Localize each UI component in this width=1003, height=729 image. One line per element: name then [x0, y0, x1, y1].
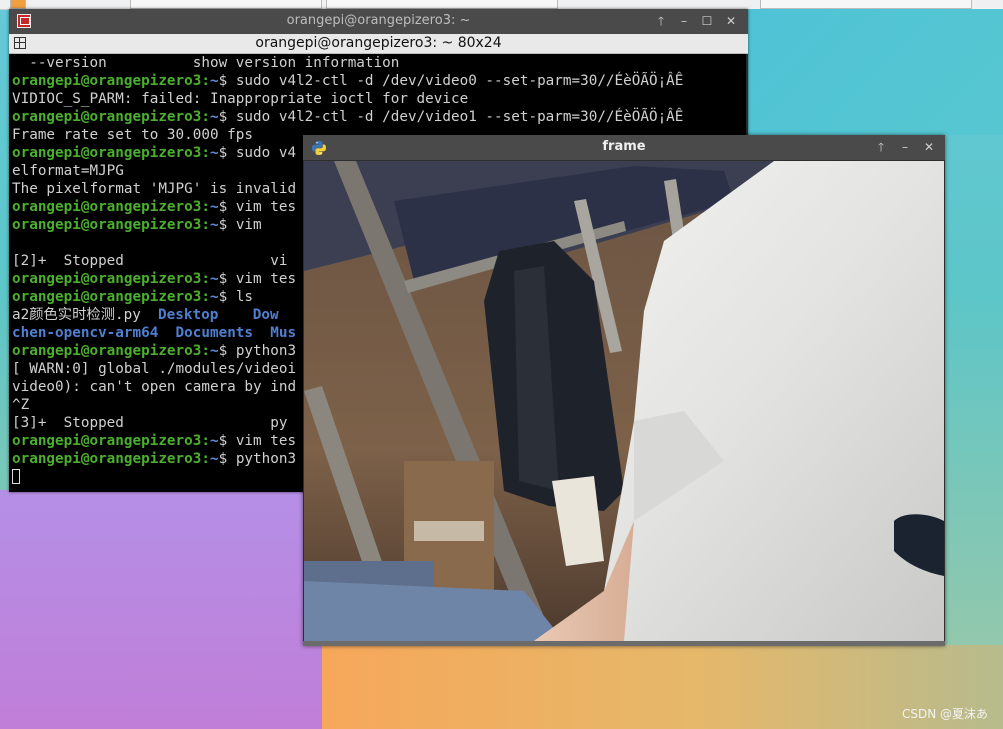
frame-window-title: frame [602, 139, 646, 154]
prompt-dir: ~ [209, 199, 219, 215]
prompt-separator: : [201, 199, 210, 215]
desktop-background [748, 9, 1003, 135]
ls-directory: Mus [270, 325, 297, 341]
close-button[interactable]: ✕ [723, 13, 739, 29]
prompt-end: $ [218, 145, 236, 161]
shade-button[interactable]: 🡑 [653, 13, 669, 29]
terminal-menubar: orangepi@orangepizero3: ~ 80x24 [9, 34, 748, 54]
command-text: python3 [235, 451, 297, 467]
prompt-separator: : [201, 217, 210, 233]
minimize-button[interactable]: – [676, 13, 692, 29]
prompt-user: orangepi@orangepizero3 [12, 73, 202, 89]
frame-window[interactable]: frame 🡑 – ✕ [303, 135, 945, 646]
terminal-line: VIDIOC_S_PARM: failed: Inappropriate ioc… [11, 90, 746, 108]
terminal-line: --version show version information [11, 54, 746, 72]
prompt-end: $ [218, 271, 236, 287]
command-text: vim tes [235, 433, 297, 449]
prompt-user: orangepi@orangepizero3 [12, 271, 202, 287]
output-text: [ WARN:0] global ./modules/videoi [12, 361, 297, 377]
output-text: Frame rate set to 30.000 fps [12, 127, 254, 143]
terminal-window-title: orangepi@orangepizero3: ~ [286, 13, 471, 28]
prompt-end: $ [218, 451, 236, 467]
output-text: The pixelformat 'MJPG' is invalid [12, 181, 297, 197]
browser-tab[interactable] [130, 0, 322, 9]
prompt-dir: ~ [209, 343, 219, 359]
command-text: sudo v4l2-ctl -d /dev/video1 --set-parm=… [235, 109, 684, 125]
output-text: video0): can't open camera by ind [12, 379, 297, 395]
command-text: sudo v4l2-ctl -d /dev/video0 --set-parm=… [235, 73, 684, 89]
prompt-end: $ [218, 73, 236, 89]
ls-directory: Desktop [158, 307, 219, 323]
prompt-dir: ~ [209, 145, 219, 161]
desktop-background [322, 645, 1003, 729]
prompt-end: $ [218, 199, 236, 215]
prompt-separator: : [201, 271, 210, 287]
terminal-line: orangepi@orangepizero3:~$ sudo v4l2-ctl … [11, 72, 746, 90]
ls-entry [218, 307, 252, 323]
prompt-dir: ~ [209, 217, 219, 233]
prompt-end: $ [218, 343, 236, 359]
prompt-dir: ~ [209, 451, 219, 467]
command-text: ls [235, 289, 254, 305]
prompt-user: orangepi@orangepizero3 [12, 217, 202, 233]
ls-directory: Dow [252, 307, 279, 323]
browser-toolbar [760, 0, 972, 9]
prompt-separator: : [201, 289, 210, 305]
prompt-end: $ [218, 109, 236, 125]
prompt-dir: ~ [209, 289, 219, 305]
prompt-user: orangepi@orangepizero3 [12, 145, 202, 161]
output-text: elformat=MJPG [12, 163, 124, 179]
prompt-dir: ~ [209, 433, 219, 449]
browser-tab[interactable] [10, 0, 26, 9]
prompt-separator: : [201, 451, 210, 467]
ls-entry [158, 325, 175, 341]
terminal-size-title: orangepi@orangepizero3: ~ 80x24 [255, 35, 502, 51]
prompt-dir: ~ [209, 271, 219, 287]
ls-entry [253, 325, 270, 341]
watermark-text: CSDN @夏沫あ [902, 707, 989, 721]
camera-frame-image [304, 161, 944, 641]
command-text: sudo v4 [235, 145, 297, 161]
command-text: vim tes [235, 271, 297, 287]
output-text: [3]+ Stopped py [12, 415, 288, 431]
ls-entry: a2颜色实时检测.py [12, 307, 159, 323]
prompt-separator: : [201, 73, 210, 89]
shade-button[interactable]: 🡑 [873, 139, 889, 155]
prompt-user: orangepi@orangepizero3 [12, 109, 202, 125]
command-text: python3 [235, 343, 297, 359]
command-text: vim [235, 217, 262, 233]
prompt-user: orangepi@orangepizero3 [12, 343, 202, 359]
text-cursor [12, 469, 20, 484]
maximize-button[interactable]: ☐ [699, 13, 715, 29]
terminal-line: orangepi@orangepizero3:~$ sudo v4l2-ctl … [11, 108, 746, 126]
prompt-separator: : [201, 109, 210, 125]
frame-titlebar[interactable]: frame 🡑 – ✕ [303, 135, 945, 160]
output-text: [2]+ Stopped vi [12, 253, 288, 269]
desktop-background [0, 490, 322, 729]
browser-tab[interactable] [326, 0, 558, 9]
command-text: vim tes [235, 199, 297, 215]
prompt-user: orangepi@orangepizero3 [12, 289, 202, 305]
ls-directory: chen-opencv-arm64 [12, 325, 159, 341]
frame-window-border [303, 641, 945, 646]
prompt-end: $ [218, 217, 236, 233]
minimize-button[interactable]: – [897, 139, 913, 155]
prompt-end: $ [218, 289, 236, 305]
prompt-dir: ~ [209, 73, 219, 89]
close-button[interactable]: ✕ [921, 139, 937, 155]
prompt-separator: : [201, 145, 210, 161]
prompt-separator: : [201, 433, 210, 449]
terminal-titlebar[interactable]: orangepi@orangepizero3: ~ 🡑 – ☐ ✕ [9, 9, 748, 34]
output-text: ^Z [12, 397, 30, 413]
prompt-user: orangepi@orangepizero3 [12, 451, 202, 467]
output-text: VIDIOC_S_PARM: failed: Inappropriate ioc… [12, 91, 469, 107]
prompt-separator: : [201, 343, 210, 359]
prompt-user: orangepi@orangepizero3 [12, 199, 202, 215]
prompt-user: orangepi@orangepizero3 [12, 433, 202, 449]
prompt-end: $ [218, 433, 236, 449]
prompt-dir: ~ [209, 109, 219, 125]
output-text: --version show version information [12, 55, 400, 71]
ls-directory: Documents [175, 325, 254, 341]
